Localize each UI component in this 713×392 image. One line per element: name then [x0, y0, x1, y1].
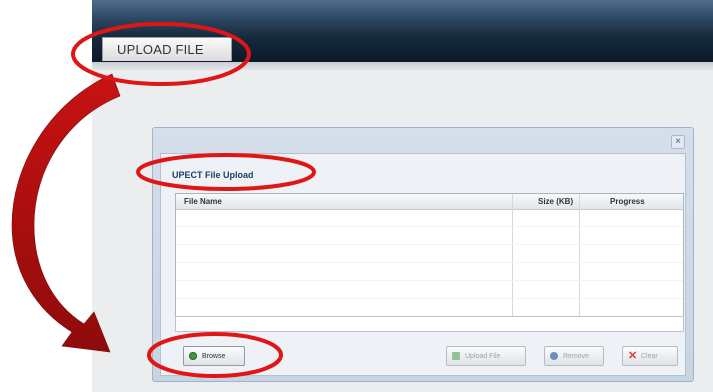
table-row [176, 244, 683, 245]
clear-button-label: Clear [641, 352, 658, 360]
browse-icon [189, 352, 197, 360]
table-row [176, 298, 683, 299]
table-row [176, 226, 683, 227]
clear-icon: ✕ [628, 350, 638, 362]
remove-icon [550, 352, 558, 360]
browse-button-label: Browse [202, 352, 226, 360]
grid-header: File Name Size (KB) Progress [176, 194, 683, 210]
file-grid: File Name Size (KB) Progress [175, 193, 684, 323]
column-divider [512, 194, 513, 322]
column-header-size[interactable]: Size (KB) [538, 197, 573, 206]
upload-file-button[interactable]: Upload File [446, 346, 526, 366]
remove-button[interactable]: Remove [544, 346, 604, 366]
remove-button-label: Remove [563, 352, 590, 360]
browse-button[interactable]: Browse [183, 346, 245, 366]
table-row [176, 280, 683, 281]
table-row [176, 262, 683, 263]
upload-status-bar [175, 316, 684, 332]
column-divider [579, 194, 580, 322]
upload-icon [452, 352, 460, 360]
header-strip [92, 62, 713, 70]
upload-file-tab[interactable]: UPLOAD FILE [102, 37, 232, 61]
clear-button[interactable]: ✕ Clear [622, 346, 678, 366]
column-header-progress[interactable]: Progress [610, 197, 645, 206]
column-header-file-name[interactable]: File Name [184, 197, 222, 206]
dialog-title: UPECT File Upload [172, 170, 254, 180]
close-icon[interactable]: × [671, 135, 685, 149]
upload-button-label: Upload File [465, 352, 501, 360]
